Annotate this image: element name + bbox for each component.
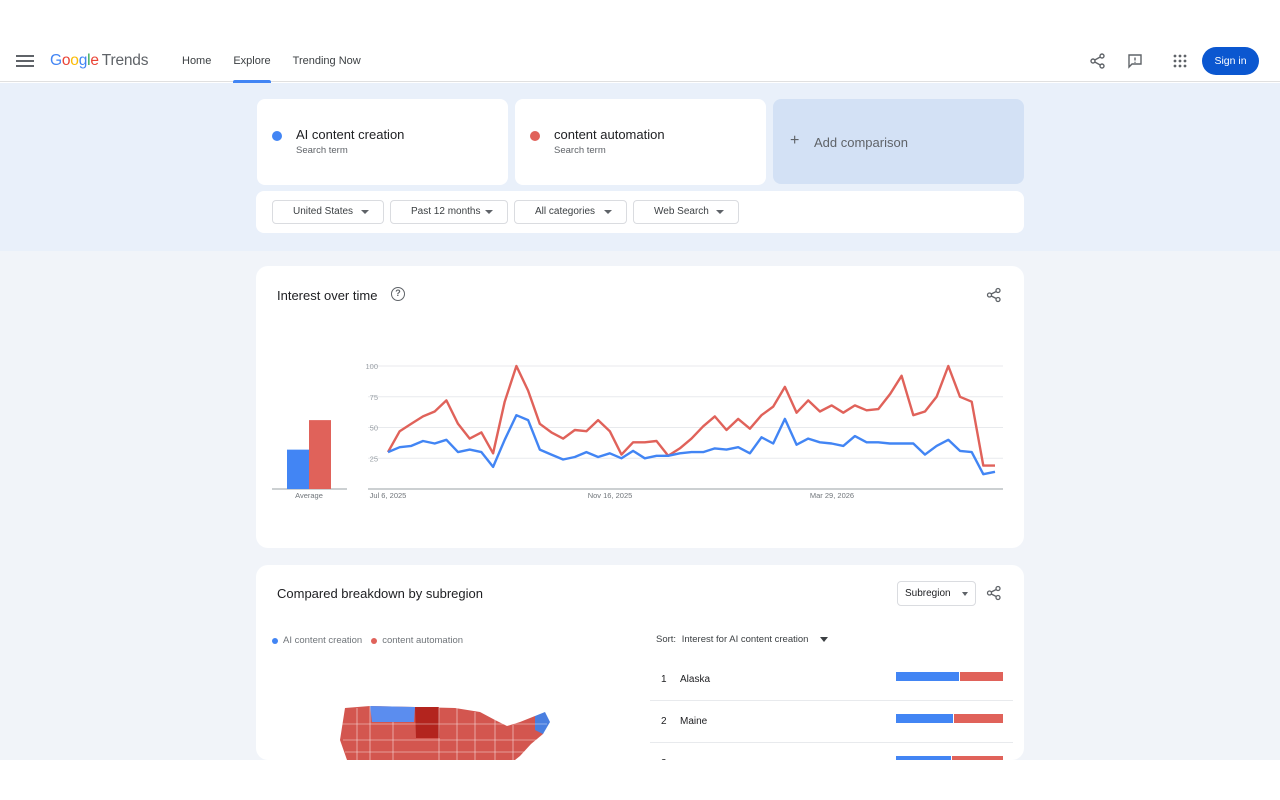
y-tick-label: 75 (370, 393, 378, 402)
sort-value: Interest for AI content creation (681, 634, 809, 645)
legend-dot (371, 637, 378, 644)
caret-down-icon (820, 636, 829, 642)
us-subregion-map[interactable] (335, 700, 560, 760)
legend-label: AI content creation (283, 635, 363, 646)
ranking-row[interactable]: 2 Maine (650, 701, 1013, 743)
legend-label: content automation (382, 635, 464, 646)
share-icon[interactable] (986, 585, 1002, 601)
caret-down-icon (962, 592, 968, 596)
share-bar (896, 714, 1003, 723)
y-tick-label: 25 (370, 454, 378, 463)
dropdown-label: Subregion (905, 588, 951, 599)
share-bar-content (960, 672, 1003, 681)
average-bar-content (309, 420, 331, 489)
share-bar (896, 672, 1003, 681)
y-tick-label: 100 (365, 362, 378, 371)
legend-item-ai: AI content creation (272, 635, 362, 646)
breakdown-legend: AI content creation content automation (272, 635, 472, 646)
x-tick-label: Jul 6, 2025 (370, 491, 407, 500)
interest-chart: 25 50 75 100 Jul 6, 2025 Nov 16, 2025 Mar 29, … (272, 362, 1003, 500)
x-tick-label: Nov 16, 2025 (588, 491, 633, 500)
series-line-ai-content-creation (387, 414, 996, 476)
y-tick-label: 50 (370, 424, 378, 433)
x-tick-label: Mar 29, 2026 (810, 491, 854, 500)
subregion-dropdown[interactable]: Subregion (897, 581, 976, 606)
card-title: Compared breakdown by subregion (277, 586, 483, 601)
rank-number: 1 (661, 674, 667, 685)
viewport-bottom (0, 760, 1280, 800)
legend-item-content: content automation (371, 635, 463, 646)
share-bar-ai (896, 672, 960, 681)
sort-dropdown[interactable]: Sort: Interest for AI content creation (656, 634, 829, 645)
legend-dot (272, 637, 278, 644)
region-name: Maine (680, 716, 708, 727)
sort-label: Sort: (656, 634, 677, 645)
region-name: Alaska (680, 674, 711, 685)
average-label: Average (295, 491, 323, 500)
ranking-row[interactable]: 1 Alaska (650, 659, 1013, 701)
share-bar-ai (896, 714, 953, 723)
share-bar-content (953, 714, 1003, 723)
rank-number: 2 (661, 716, 667, 727)
average-bar-ai (287, 449, 309, 489)
